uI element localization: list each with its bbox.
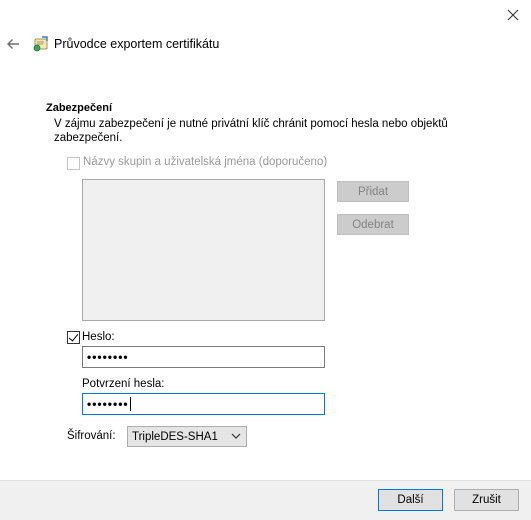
close-button[interactable] (494, 0, 531, 30)
confirm-password-input[interactable]: •••••••• (82, 393, 325, 415)
section-description: V zájmu zabezpečení je nutné privátní kl… (54, 118, 448, 144)
chevron-down-icon (231, 433, 241, 439)
next-button[interactable]: Další (378, 489, 443, 511)
close-icon (507, 9, 518, 21)
back-button[interactable] (2, 33, 24, 55)
wizard-title: Průvodce exportem certifikátu (54, 37, 220, 51)
groups-checkbox[interactable] (67, 157, 80, 170)
password-input[interactable]: •••••••• (82, 346, 325, 368)
back-arrow-icon (7, 39, 19, 49)
add-button[interactable]: Přidat (337, 181, 409, 202)
password-value: •••••••• (87, 350, 129, 364)
password-checkbox[interactable] (67, 331, 80, 344)
footer-bar (0, 480, 531, 520)
confirm-password-value: •••••••• (87, 397, 129, 411)
groups-checkbox-label: Názvy skupin a uživatelská jména (doporu… (83, 156, 328, 168)
encryption-select[interactable]: TripleDES-SHA1 (127, 426, 247, 447)
section-title: Zabezpečení (46, 102, 113, 114)
text-caret (129, 397, 131, 411)
remove-button[interactable]: Odebrat (337, 214, 409, 235)
encryption-label: Šifrování: (67, 430, 116, 442)
encryption-selected-value: TripleDES-SHA1 (132, 430, 218, 443)
certificate-wizard-icon (33, 36, 48, 52)
confirm-password-label: Potvrzení hesla: (82, 378, 165, 390)
cancel-button[interactable]: Zrušit (454, 489, 519, 511)
password-label: Heslo: (82, 331, 115, 343)
groups-list[interactable] (82, 179, 325, 321)
